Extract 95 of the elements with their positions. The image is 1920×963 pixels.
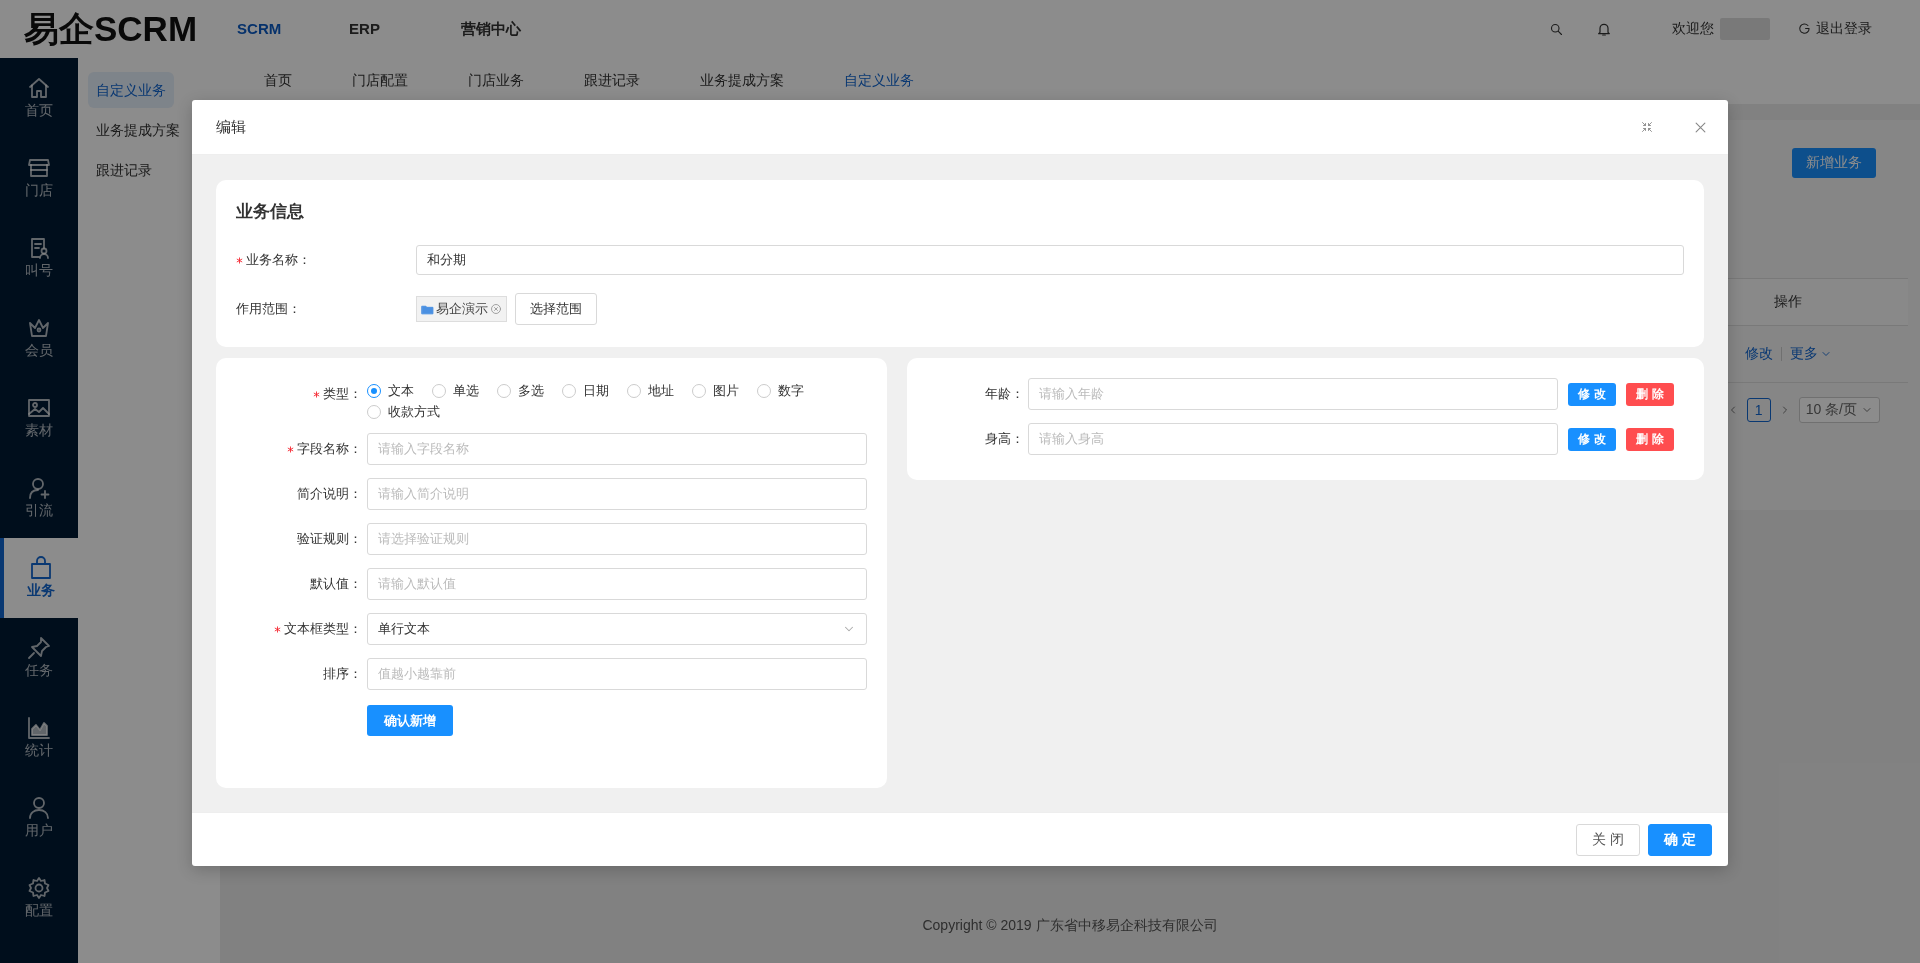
text-field[interactable]: 请输入简介说明 [367,478,867,510]
page-size-select[interactable]: 10 条/页 [1798,397,1880,423]
sidebar-item[interactable]: 任务 [0,618,78,698]
add-business-button[interactable]: 新增业务 [1792,148,1876,178]
shrink-arrows-icon [1641,121,1653,133]
page-tab[interactable]: 首页 [264,72,292,90]
field-label: 业务名称： [246,251,311,269]
logout-link[interactable]: 退出登录 [1798,20,1872,38]
edit-link[interactable]: 修改 [1744,345,1773,363]
sidebar-item[interactable]: 用户 [0,778,78,858]
delete-button[interactable]: 删 除 [1626,427,1674,451]
confirm-add-button[interactable]: 确认新增 [367,705,453,736]
copyright-text: Copyright © 2019 广东省中移易企科技有限公司 [921,917,1219,935]
confirm-button[interactable]: 确 定 [1648,823,1712,856]
top-nav-item[interactable]: 营销中心 [461,19,574,39]
field-label: 字段名称： [297,440,362,458]
radio-button[interactable] [497,383,511,398]
scope-tag: 易企演示 [416,296,507,322]
page-tab[interactable]: 业务提成方案 [700,72,784,90]
logo: 易企SCRM [24,7,198,50]
field-label: 默认值： [310,575,362,593]
top-nav-item[interactable]: ERP [349,19,462,39]
field-label: 年龄： [985,385,1024,403]
radio-button[interactable] [562,383,576,398]
radio-option[interactable]: 收款方式 [367,403,440,420]
text-field[interactable]: 请输入字段名称 [367,433,867,465]
radio-button[interactable] [627,383,641,398]
text-field[interactable]: 请输入年龄 [1028,378,1558,410]
home-icon [27,76,51,100]
image-icon [27,396,51,420]
field-label: 身高： [985,430,1024,448]
chart-icon [27,716,51,740]
sidebar-item[interactable]: 配置 [0,858,78,938]
search-icon [1549,21,1564,37]
sidebar-item[interactable]: 首页 [0,58,78,138]
radio-button[interactable] [432,383,446,398]
user-icon [27,796,51,820]
radio-option[interactable]: 多选 [497,382,544,399]
page-tab[interactable]: 门店业务 [468,72,524,90]
sidebar-item[interactable]: 会员 [0,298,78,378]
bag-icon [29,556,53,580]
welcome-text: 欢迎您 [1672,20,1714,38]
text-field[interactable]: 值越小越靠前 [367,658,867,690]
field-label: 排序： [323,665,362,683]
sidebar-item[interactable]: 业务 [0,538,78,618]
radio-option[interactable]: 图片 [692,382,739,399]
sidebar-item[interactable]: 门店 [0,138,78,218]
text-field[interactable]: 请选择验证规则 [367,523,867,555]
page-tab[interactable]: 跟进记录 [584,72,640,90]
bell-icon [1596,21,1612,37]
crown-icon [27,316,51,340]
store-icon [27,156,51,180]
page-number[interactable]: 1 [1746,398,1771,422]
edit-button[interactable]: 修 改 [1568,427,1616,451]
radio-option[interactable]: 文本 [367,382,414,399]
radio-button[interactable] [367,404,381,419]
user-plus-icon [27,476,51,500]
remove-tag-icon [490,303,502,315]
section-title: 业务信息 [236,201,305,223]
sidebar-item[interactable]: 引流 [0,458,78,538]
sidebar-item[interactable]: 素材 [0,378,78,458]
text-field[interactable]: 请输入身高 [1028,423,1558,455]
field-label: 验证规则： [297,530,362,548]
radio-button[interactable] [757,383,771,398]
submenu-item[interactable]: 自定义业务 [88,72,174,108]
close-dialog-button[interactable]: 关 闭 [1576,823,1641,856]
submenu-item[interactable]: 业务提成方案 [88,112,188,148]
more-link[interactable]: 更多 [1789,345,1832,363]
page-tab[interactable]: 门店配置 [352,72,408,90]
field-label: 作用范围： [236,300,301,318]
radio-option[interactable]: 单选 [432,382,479,399]
gear-icon [27,876,51,900]
radio-button[interactable] [692,383,706,398]
sidebar-item[interactable]: 统计 [0,698,78,778]
delete-button[interactable]: 删 除 [1626,382,1674,406]
submenu-item[interactable]: 跟进记录 [88,152,160,188]
field-label: 类型： [323,385,362,403]
pin-icon [27,636,51,660]
sidebar-item[interactable]: 叫号 [0,218,78,298]
power-icon [1798,22,1812,36]
select-field[interactable]: 单行文本 [367,613,867,645]
select-scope-button[interactable]: 选择范围 [515,293,597,325]
field-label: 文本框类型： [284,620,362,638]
top-nav-item[interactable]: SCRM [237,19,350,39]
page-tab[interactable]: 自定义业务 [844,72,914,90]
text-field[interactable]: 请输入默认值 [367,568,867,600]
radio-option[interactable]: 地址 [627,382,674,399]
field-label: 简介说明： [297,485,362,503]
radio-button[interactable] [367,383,381,398]
shrink-button[interactable] [1641,121,1653,133]
edit-button[interactable]: 修 改 [1568,382,1616,406]
dialog-title: 编辑 [216,117,247,137]
radio-option[interactable]: 日期 [562,382,609,399]
business-name-field[interactable]: 和分期 [416,245,1684,275]
radio-option[interactable]: 数字 [757,382,804,399]
